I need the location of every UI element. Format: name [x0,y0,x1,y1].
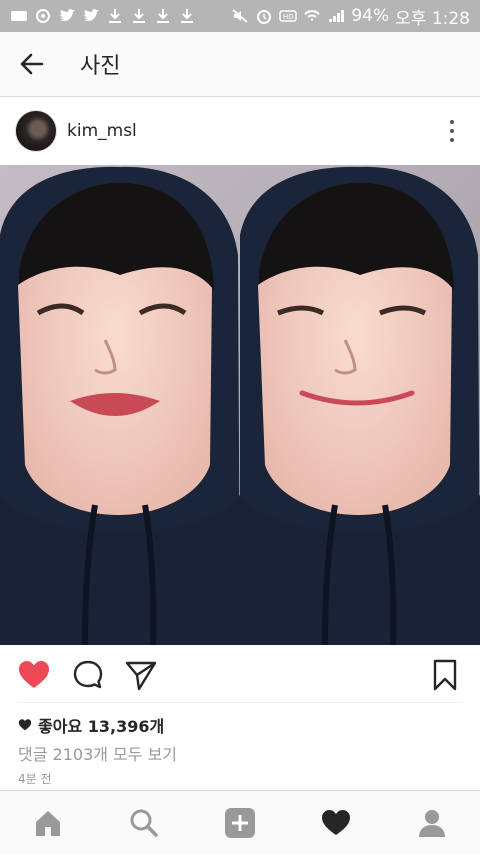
post-header: kim_msl [0,100,480,162]
photo-image [0,165,480,645]
activity-heart-icon [322,810,350,835]
more-options-button[interactable] [444,120,460,142]
message-icon [10,8,28,24]
small-heart-icon [18,719,32,731]
twitter-icon [58,8,76,24]
notification-icons [0,8,196,24]
post-time: 4분 전 [18,772,52,786]
username[interactable]: kim_msl [67,121,137,141]
download-icon [106,8,124,24]
add-icon [225,808,255,838]
view-all-comments-link[interactable]: 댓글 2103개 모두 보기 [18,741,177,765]
likes-text: 좋아요 13,396개 [38,717,165,736]
bookmark-icon [433,659,457,691]
home-icon [36,811,60,836]
svg-text:HD: HD [283,13,294,21]
back-arrow-icon [20,53,44,75]
page-title: 사진 [80,54,121,79]
bottom-nav [0,790,480,854]
divider [18,702,462,703]
signal-icon [327,8,345,24]
clock: 오후 1:28 [395,8,470,29]
search-icon [130,809,158,837]
mute-icon [231,8,249,24]
comment-button[interactable] [71,658,105,692]
app-bar: 사진 [0,32,480,97]
send-icon [125,661,157,691]
camera-icon [34,8,52,24]
comment-icon [73,660,103,689]
post-actions [0,648,480,704]
alarm-icon [255,8,273,24]
battery-percent: 94% [351,6,390,26]
share-button[interactable] [124,658,158,692]
hd-icon: HD [279,8,298,24]
download-icon [130,8,148,24]
nav-activity[interactable] [320,807,352,839]
nav-home[interactable] [32,807,64,839]
status-bar: HD 94% 오후 1:28 [0,0,480,32]
nav-search[interactable] [128,807,160,839]
avatar[interactable] [15,110,57,152]
back-button[interactable] [0,32,64,96]
likes-count[interactable]: 좋아요 13,396개 [18,713,164,737]
download-icon [154,8,172,24]
save-button[interactable] [428,658,462,692]
heart-icon [19,661,49,688]
nav-add[interactable] [224,807,256,839]
system-icons: HD 94% 오후 1:28 [231,4,480,29]
like-button[interactable] [17,658,51,692]
more-vertical-icon [450,120,454,124]
post-photo[interactable] [0,165,480,645]
nav-profile[interactable] [416,807,448,839]
profile-icon [419,810,445,837]
twitter-icon [82,8,100,24]
wifi-icon [303,8,321,24]
download-icon [178,8,196,24]
